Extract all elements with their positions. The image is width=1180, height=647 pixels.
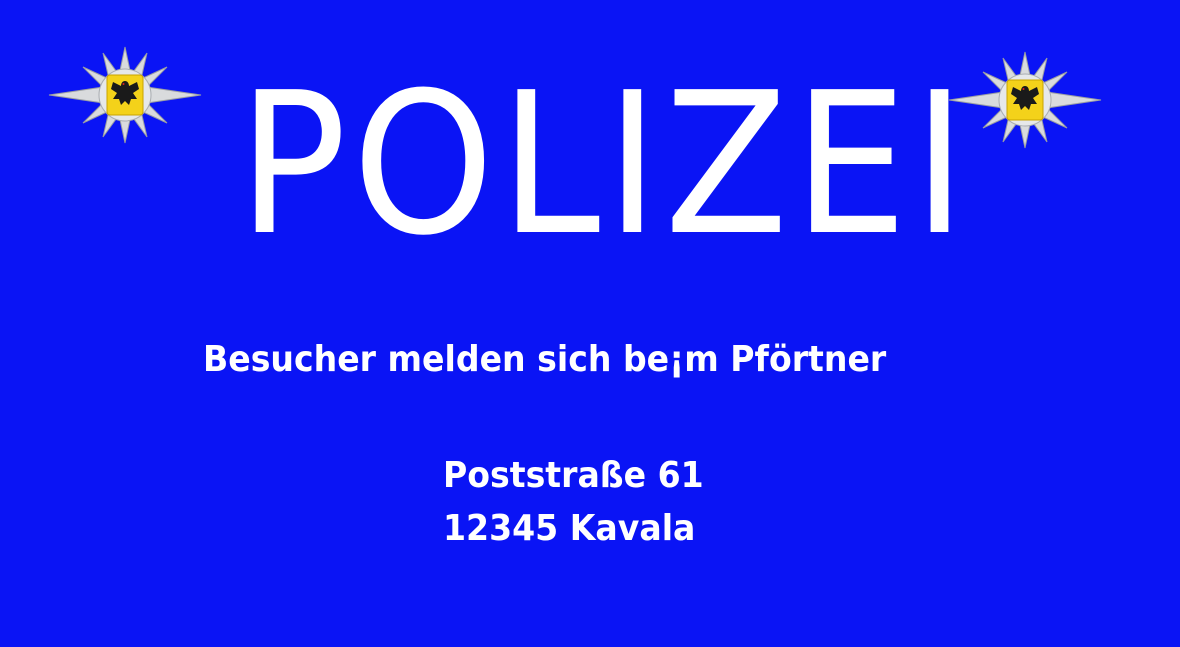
sign-title: POLIZEI bbox=[238, 51, 972, 279]
address-street: Poststraße 61 bbox=[443, 455, 704, 496]
police-star-icon bbox=[48, 46, 202, 144]
visitor-notice: Besucher melden sich be¡m Pförtner bbox=[203, 339, 887, 380]
address-city: 12345 Kavala bbox=[443, 508, 696, 549]
police-badge-left-icon bbox=[45, 45, 205, 145]
address-block: Poststraße 61 12345 Kavala bbox=[443, 449, 704, 555]
police-sign: POLIZEI Besucher melden sich be¡m Pförtn… bbox=[0, 0, 1180, 647]
